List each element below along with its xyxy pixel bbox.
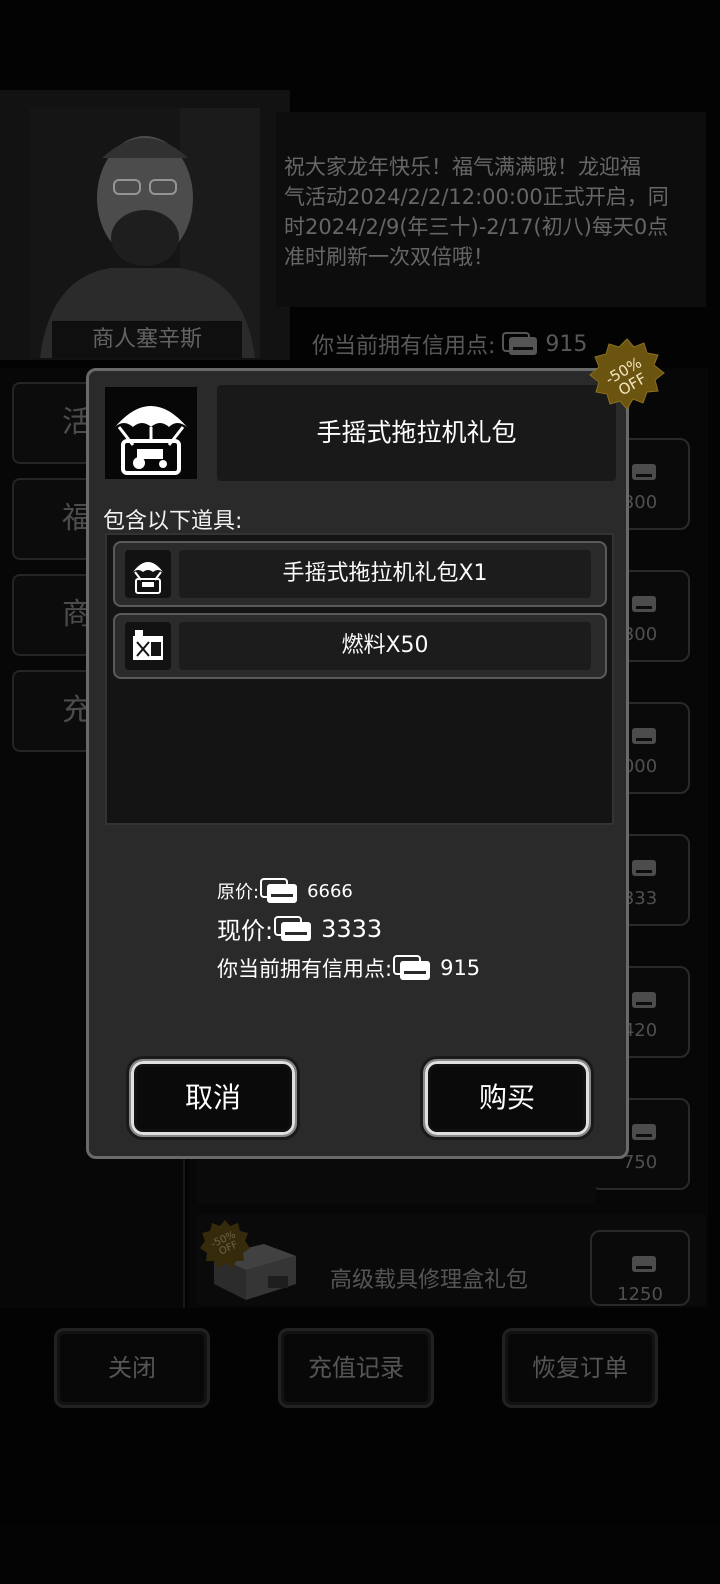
discount-badge: -50% OFF — [589, 338, 665, 410]
current-price: 现价: 3333 — [217, 911, 382, 946]
list-item: 手摇式拖拉机礼包X1 — [113, 541, 607, 607]
buy-button[interactable]: 购买 — [423, 1059, 591, 1137]
fuel-can-icon — [125, 622, 171, 670]
current-price-value: 3333 — [321, 914, 383, 943]
original-price-value: 6666 — [307, 880, 353, 902]
original-price-label: 原价: — [217, 882, 260, 903]
cancel-button[interactable]: 取消 — [129, 1059, 297, 1137]
item-label: 手摇式拖拉机礼包X1 — [179, 550, 591, 598]
package-title: 手摇式拖拉机礼包 — [217, 385, 616, 481]
parachute-tractor-icon — [125, 550, 171, 598]
parachute-tractor-icon — [105, 387, 197, 479]
contains-label: 包含以下道具: — [103, 509, 243, 534]
credit-card-icon — [393, 955, 431, 980]
owned-credit-label: 你当前拥有信用点: — [217, 957, 393, 981]
credit-card-icon — [274, 915, 312, 941]
owned-credit-value: 915 — [440, 956, 481, 980]
current-price-label: 现价: — [217, 917, 274, 945]
original-price: 原价: 6666 — [217, 877, 353, 905]
item-label: 燃料X50 — [179, 622, 591, 670]
owned-credit: 你当前拥有信用点: 915 — [217, 953, 480, 983]
item-list: 手摇式拖拉机礼包X1 燃料X50 — [105, 533, 614, 825]
credit-card-icon — [260, 878, 298, 903]
purchase-dialog: 手摇式拖拉机礼包 -50% OFF 包含以下道具: 手摇式拖拉机礼包X1 燃料X… — [86, 338, 665, 1159]
list-item: 燃料X50 — [113, 613, 607, 679]
